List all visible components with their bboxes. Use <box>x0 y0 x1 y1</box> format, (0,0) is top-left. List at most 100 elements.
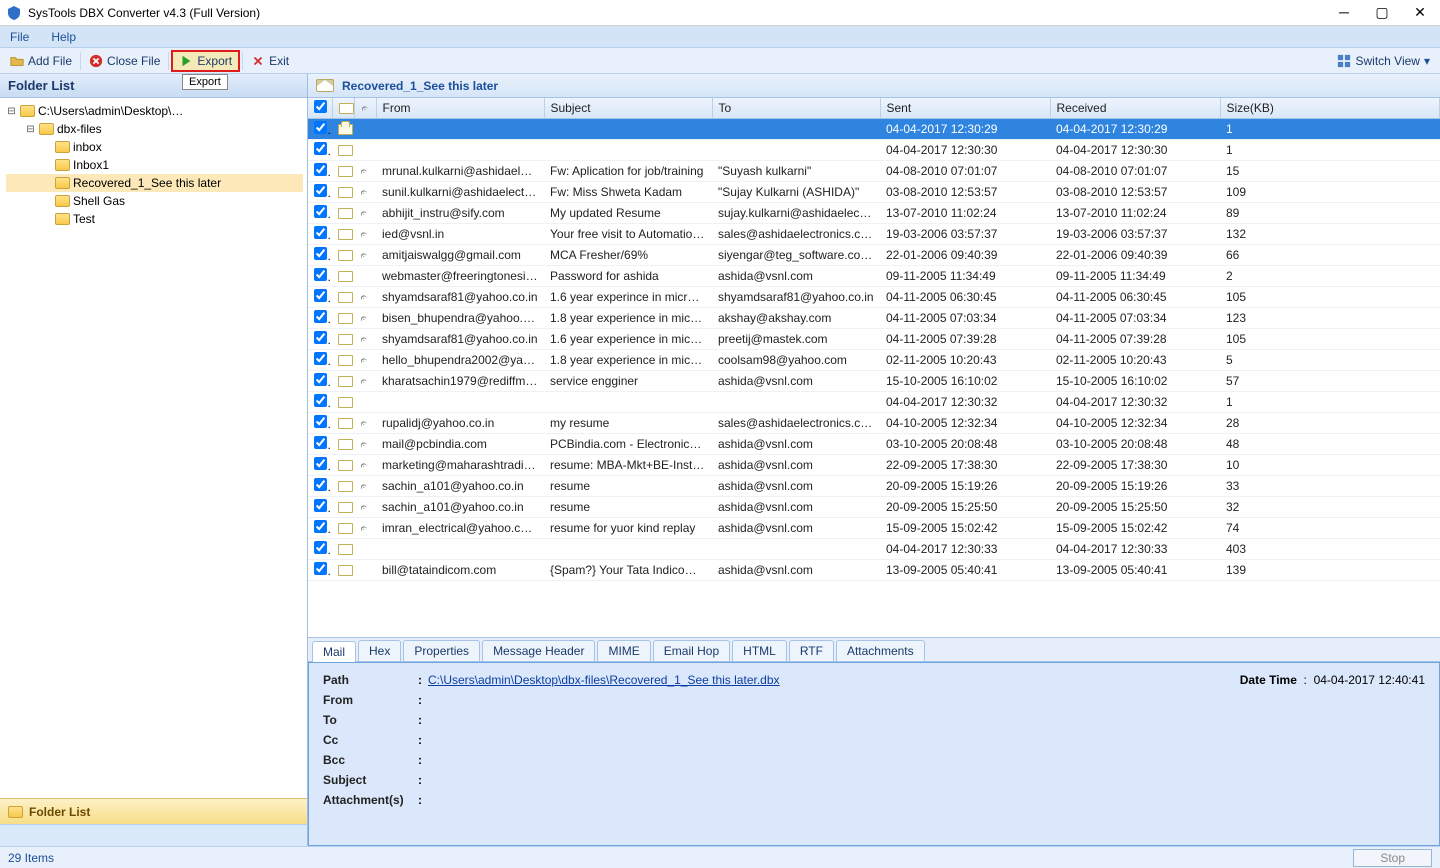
tab-mime[interactable]: MIME <box>597 640 650 661</box>
select-all-checkbox[interactable] <box>314 100 327 113</box>
table-row[interactable]: 𝄐sachin_a101@yahoo.co.inresumeashida@vsn… <box>308 497 1440 518</box>
cell-received: 04-04-2017 12:30:29 <box>1050 119 1220 140</box>
table-row[interactable]: 04-04-2017 12:30:2904-04-2017 12:30:291 <box>308 119 1440 140</box>
tab-email-hop[interactable]: Email Hop <box>653 640 730 661</box>
table-row[interactable]: bill@tataindicom.com{Spam?} Your Tata In… <box>308 560 1440 581</box>
message-table-wrap[interactable]: 𝄐 From Subject To Sent Received Size(KB)… <box>308 98 1440 638</box>
stop-button[interactable]: Stop <box>1353 849 1432 867</box>
col-received[interactable]: Received <box>1050 98 1220 119</box>
tab-html[interactable]: HTML <box>732 640 787 661</box>
tab-message-header[interactable]: Message Header <box>482 640 595 661</box>
row-checkbox[interactable] <box>314 457 327 470</box>
envelope-icon <box>338 418 353 429</box>
tree-node[interactable]: ⊟ dbx-files <box>6 120 303 138</box>
row-checkbox[interactable] <box>314 520 327 533</box>
row-checkbox[interactable] <box>314 142 327 155</box>
close-file-button[interactable]: Close File <box>83 50 166 72</box>
table-row[interactable]: 𝄐bisen_bhupendra@yahoo.co.in1.8 year exp… <box>308 308 1440 329</box>
table-row[interactable]: 𝄐kharatsachin1979@rediffmail....service … <box>308 371 1440 392</box>
row-checkbox[interactable] <box>314 205 327 218</box>
cell-received: 20-09-2005 15:25:50 <box>1050 497 1220 518</box>
export-tooltip: Export <box>182 74 228 90</box>
minimize-button[interactable]: ─ <box>1334 4 1354 21</box>
row-checkbox[interactable] <box>314 394 327 407</box>
table-row[interactable]: 04-04-2017 12:30:3004-04-2017 12:30:301 <box>308 140 1440 161</box>
tree-node[interactable]: Test <box>6 210 303 228</box>
table-row[interactable]: 𝄐shyamdsaraf81@yahoo.co.in1.6 year exper… <box>308 287 1440 308</box>
col-subject[interactable]: Subject <box>544 98 712 119</box>
tab-properties[interactable]: Properties <box>403 640 480 661</box>
table-row[interactable]: 𝄐marketing@maharashtradirect...resume: M… <box>308 455 1440 476</box>
row-checkbox[interactable] <box>314 541 327 554</box>
row-checkbox[interactable] <box>314 415 327 428</box>
row-checkbox[interactable] <box>314 478 327 491</box>
table-row[interactable]: 04-04-2017 12:30:3304-04-2017 12:30:3340… <box>308 539 1440 560</box>
add-file-button[interactable]: Add File <box>4 50 78 72</box>
row-checkbox[interactable] <box>314 184 327 197</box>
menu-help[interactable]: Help <box>51 30 76 44</box>
cell-from: imran_electrical@yahoo.co.in <box>376 518 544 539</box>
row-checkbox[interactable] <box>314 289 327 302</box>
cell-subject: resume for yuor kind replay <box>544 518 712 539</box>
path-link[interactable]: C:\Users\admin\Desktop\dbx-files\Recover… <box>428 673 780 687</box>
table-row[interactable]: webmaster@freeringtonesindi...Password f… <box>308 266 1440 287</box>
tab-attachments[interactable]: Attachments <box>836 640 925 661</box>
row-checkbox[interactable] <box>314 373 327 386</box>
table-row[interactable]: 𝄐abhijit_instru@sify.comMy updated Resum… <box>308 203 1440 224</box>
row-checkbox[interactable] <box>314 268 327 281</box>
tree-root[interactable]: ⊟ C:\Users\admin\Desktop\… <box>6 102 303 120</box>
table-row[interactable]: 𝄐shyamdsaraf81@yahoo.co.in1.6 year exper… <box>308 329 1440 350</box>
tree-node-label: dbx-files <box>57 122 102 136</box>
table-row[interactable]: 𝄐imran_electrical@yahoo.co.inresume for … <box>308 518 1440 539</box>
col-attachment[interactable]: 𝄐 <box>354 98 376 119</box>
col-sent[interactable]: Sent <box>880 98 1050 119</box>
table-row[interactable]: 𝄐mail@pcbindia.comPCBindia.com - Electro… <box>308 434 1440 455</box>
exit-button[interactable]: Exit <box>245 50 295 72</box>
table-row[interactable]: 04-04-2017 12:30:3204-04-2017 12:30:321 <box>308 392 1440 413</box>
table-row[interactable]: 𝄐sunil.kulkarni@ashidaelectron...Fw: Mis… <box>308 182 1440 203</box>
table-row[interactable]: 𝄐rupalidj@yahoo.co.inmy resumesales@ashi… <box>308 413 1440 434</box>
cell-from: rupalidj@yahoo.co.in <box>376 413 544 434</box>
tab-mail[interactable]: Mail <box>312 641 356 662</box>
cell-size: 5 <box>1220 350 1440 371</box>
table-row[interactable]: 𝄐ied@vsnl.inYour free visit to Automatio… <box>308 224 1440 245</box>
row-checkbox[interactable] <box>314 562 327 575</box>
row-checkbox[interactable] <box>314 163 327 176</box>
row-checkbox[interactable] <box>314 352 327 365</box>
col-to[interactable]: To <box>712 98 880 119</box>
row-checkbox[interactable] <box>314 226 327 239</box>
cell-size: 132 <box>1220 224 1440 245</box>
row-checkbox[interactable] <box>314 436 327 449</box>
tree-node[interactable]: Inbox1 <box>6 156 303 174</box>
table-row[interactable]: 𝄐hello_bhupendra2002@yahoo....1.8 year e… <box>308 350 1440 371</box>
row-checkbox[interactable] <box>314 121 327 134</box>
table-row[interactable]: 𝄐mrunal.kulkarni@ashidaelectr...Fw: Apli… <box>308 161 1440 182</box>
col-size[interactable]: Size(KB) <box>1220 98 1440 119</box>
col-from[interactable]: From <box>376 98 544 119</box>
table-row[interactable]: 𝄐amitjaiswalgg@gmail.comMCA Fresher/69%s… <box>308 245 1440 266</box>
content-header: Recovered_1_See this later <box>308 74 1440 98</box>
collapse-icon[interactable]: ⊟ <box>6 106 17 117</box>
cell-subject: service engginer <box>544 371 712 392</box>
menu-file[interactable]: File <box>10 30 29 44</box>
col-check[interactable] <box>308 98 332 119</box>
tree-node[interactable]: Recovered_1_See this later <box>6 174 303 192</box>
table-row[interactable]: 𝄐sachin_a101@yahoo.co.inresumeashida@vsn… <box>308 476 1440 497</box>
row-checkbox[interactable] <box>314 499 327 512</box>
cell-subject: Your free visit to Automation 2... <box>544 224 712 245</box>
tree-node[interactable]: inbox <box>6 138 303 156</box>
close-window-button[interactable]: ✕ <box>1410 4 1430 21</box>
folder-list-tab[interactable]: Folder List <box>0 798 307 824</box>
export-button[interactable]: Export <box>171 50 240 72</box>
tree-node[interactable]: Shell Gas <box>6 192 303 210</box>
switch-view-button[interactable]: Switch View ▾ <box>1331 50 1436 72</box>
folder-tree[interactable]: ⊟ C:\Users\admin\Desktop\… ⊟ dbx-files inb… <box>0 98 307 798</box>
row-checkbox[interactable] <box>314 331 327 344</box>
col-envelope[interactable] <box>332 98 354 119</box>
row-checkbox[interactable] <box>314 247 327 260</box>
tab-hex[interactable]: Hex <box>358 640 401 661</box>
collapse-icon[interactable]: ⊟ <box>25 124 36 135</box>
row-checkbox[interactable] <box>314 310 327 323</box>
tab-rtf[interactable]: RTF <box>789 640 834 661</box>
maximize-button[interactable]: ▢ <box>1372 4 1392 21</box>
